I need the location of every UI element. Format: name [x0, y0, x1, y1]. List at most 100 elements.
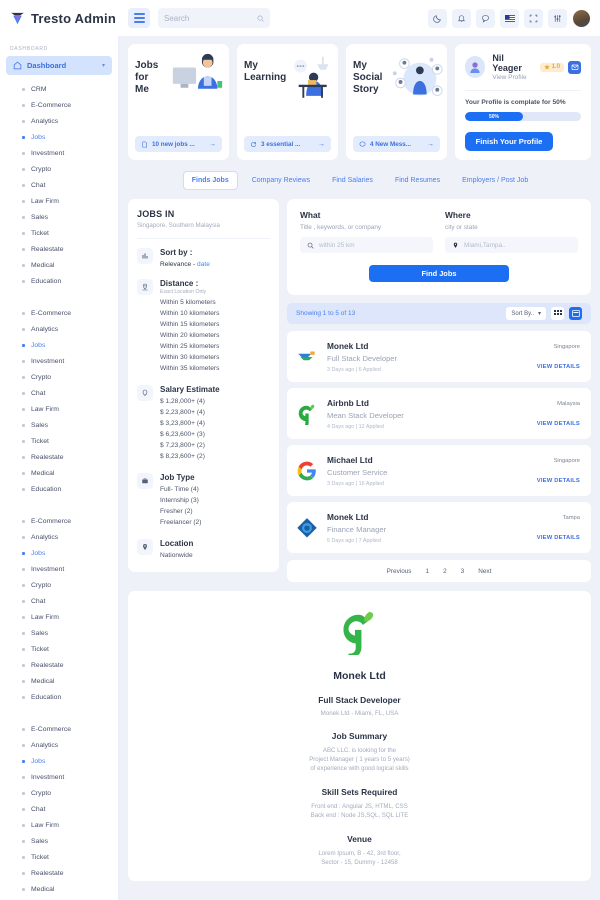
sidebar-item-law-firm[interactable]: Law Firm [0, 817, 118, 833]
sidebar-item-ticket[interactable]: Ticket [0, 849, 118, 865]
sidebar-item-e-commerce[interactable]: E-Commerce [0, 305, 118, 321]
sidebar-item-jobs[interactable]: Jobs [0, 337, 118, 353]
search-input[interactable]: Search [158, 8, 270, 28]
sidebar-item-medical[interactable]: Medical [0, 257, 118, 273]
tab-find-resumes[interactable]: Find Resumes [387, 172, 448, 189]
sidebar-item-jobs[interactable]: Jobs [0, 753, 118, 769]
promo-button[interactable]: 4 New Mess... → [353, 136, 440, 152]
sidebar-item-chat[interactable]: Chat [0, 385, 118, 401]
sidebar-item-e-commerce[interactable]: E-Commerce [0, 97, 118, 113]
filter-option[interactable]: Nationwide [160, 552, 270, 559]
finish-profile-button[interactable]: Finish Your Profile [465, 132, 553, 151]
sidebar-item-realestate[interactable]: Realestate [0, 449, 118, 465]
sidebar-item-realestate[interactable]: Realestate [0, 657, 118, 673]
view-details-link[interactable]: VIEW DETAILS [537, 364, 580, 370]
sidebar-item-crypto[interactable]: Crypto [0, 161, 118, 177]
view-details-link[interactable]: VIEW DETAILS [537, 421, 580, 427]
view-details-link[interactable]: VIEW DETAILS [537, 535, 580, 541]
sidebar-item-chat[interactable]: Chat [0, 801, 118, 817]
sidebar-item-investment[interactable]: Investment [0, 353, 118, 369]
sidebar-item-sales[interactable]: Sales [0, 625, 118, 641]
promo-button[interactable]: 10 new jobs ... → [135, 136, 222, 152]
list-view-icon[interactable] [569, 307, 582, 320]
filter-option[interactable]: $ 6,23,600+ (3) [160, 431, 270, 438]
pagination-item[interactable]: Previous [387, 568, 412, 575]
sidebar-item-jobs[interactable]: Jobs [0, 129, 118, 145]
sidebar-item-analytics[interactable]: Analytics [0, 321, 118, 337]
tab-employers-post-job[interactable]: Employers / Post Job [454, 172, 536, 189]
sidebar-item-ticket[interactable]: Ticket [0, 433, 118, 449]
sidebar-item-dashboard[interactable]: Dashboard ▾ [6, 56, 112, 75]
filter-option[interactable]: Internship (3) [160, 497, 270, 504]
filter-option[interactable]: $ 3,23,800+ (4) [160, 420, 270, 427]
sidebar-item-chat[interactable]: Chat [0, 177, 118, 193]
filter-option[interactable]: Within 25 kilometers [160, 343, 270, 350]
filter-option[interactable]: Freelancer (2) [160, 519, 270, 526]
sidebar-item-investment[interactable]: Investment [0, 769, 118, 785]
sort-value[interactable]: Relevance - date [160, 261, 270, 268]
pagination-item[interactable]: Next [478, 568, 491, 575]
pagination-item[interactable]: 3 [461, 568, 465, 575]
filter-option[interactable]: $ 8,23,600+ (2) [160, 453, 270, 460]
find-jobs-button[interactable]: Find Jobs [369, 265, 509, 282]
filter-option[interactable]: $ 7,23,800+ (2) [160, 442, 270, 449]
tab-finds-jobs[interactable]: Finds Jobs [182, 171, 238, 190]
filter-option[interactable]: $ 2,23,800+ (4) [160, 409, 270, 416]
sidebar-item-ticket[interactable]: Ticket [0, 641, 118, 657]
job-list-item[interactable]: Monek Ltd Full Stack Developer 3 Days ago … [287, 331, 591, 382]
sidebar-item-medical[interactable]: Medical [0, 673, 118, 689]
bell-icon[interactable] [452, 8, 471, 28]
filter-option[interactable]: $ 1,28,000+ (4) [160, 398, 270, 405]
avatar[interactable] [572, 8, 591, 28]
what-input[interactable]: within 25 km [300, 237, 433, 253]
sidebar-item-jobs[interactable]: Jobs [0, 545, 118, 561]
sidebar-item-analytics[interactable]: Analytics [0, 529, 118, 545]
view-details-link[interactable]: VIEW DETAILS [537, 478, 580, 484]
promo-card-learning[interactable]: My Learning 3 essential ... → [237, 44, 338, 160]
sidebar-item-ticket[interactable]: Ticket [0, 225, 118, 241]
chat-icon[interactable] [476, 8, 495, 28]
job-list-item[interactable]: Monek Ltd Finance Manager 5 Days ago | 7 A… [287, 502, 591, 553]
sidebar-item-law-firm[interactable]: Law Firm [0, 609, 118, 625]
filter-option[interactable]: Within 5 kilometers [160, 299, 270, 306]
job-list-item[interactable]: Airbnb Ltd Mean Stack Developer 4 Days ago… [287, 388, 591, 439]
sidebar-item-chat[interactable]: Chat [0, 593, 118, 609]
sidebar-item-realestate[interactable]: Realestate [0, 241, 118, 257]
sliders-icon[interactable] [548, 8, 567, 28]
sidebar-item-investment[interactable]: Investment [0, 561, 118, 577]
sidebar-item-crypto[interactable]: Crypto [0, 577, 118, 593]
sidebar-item-sales[interactable]: Sales [0, 417, 118, 433]
sidebar-item-education[interactable]: Education [0, 273, 118, 289]
sidebar-item-realestate[interactable]: Realestate [0, 865, 118, 881]
promo-button[interactable]: 3 essential ... → [244, 136, 331, 152]
sidebar-item-analytics[interactable]: Analytics [0, 113, 118, 129]
profile-avatar[interactable] [465, 56, 486, 78]
sidebar-item-crypto[interactable]: Crypto [0, 369, 118, 385]
pagination-item[interactable]: 1 [426, 568, 430, 575]
fullscreen-icon[interactable] [524, 8, 543, 28]
mail-icon[interactable] [568, 60, 581, 74]
filter-option[interactable]: Fresher (2) [160, 508, 270, 515]
pagination-item[interactable]: 2 [443, 568, 447, 575]
sidebar-item-law-firm[interactable]: Law Firm [0, 193, 118, 209]
filter-option[interactable]: Within 10 kilometers [160, 310, 270, 317]
sidebar-item-sales[interactable]: Sales [0, 833, 118, 849]
sidebar-item-e-commerce[interactable]: E-Commerce [0, 513, 118, 529]
sidebar-item-medical[interactable]: Medical [0, 465, 118, 481]
flag-icon[interactable] [500, 8, 519, 28]
filter-option[interactable]: Within 20 kilometers [160, 332, 270, 339]
hamburger-icon[interactable] [128, 8, 150, 28]
moon-icon[interactable] [428, 8, 447, 28]
sidebar-item-analytics[interactable]: Analytics [0, 737, 118, 753]
sidebar-item-investment[interactable]: Investment [0, 145, 118, 161]
sort-by-select[interactable]: Sort By.. ▾ [506, 307, 546, 320]
grid-view-icon[interactable] [551, 307, 564, 320]
filter-option[interactable]: Full- Time (4) [160, 486, 270, 493]
promo-card-social[interactable]: My Social Story 4 New Mess... → [346, 44, 447, 160]
filter-option[interactable]: Within 30 kilometers [160, 354, 270, 361]
tab-find-salaries[interactable]: Find Salaries [324, 172, 381, 189]
sidebar-item-crm[interactable]: CRM [0, 81, 118, 97]
sidebar-item-sales[interactable]: Sales [0, 209, 118, 225]
sidebar-item-crypto[interactable]: Crypto [0, 785, 118, 801]
promo-card-jobs[interactable]: Jobs for Me 10 new jobs ... → [128, 44, 229, 160]
